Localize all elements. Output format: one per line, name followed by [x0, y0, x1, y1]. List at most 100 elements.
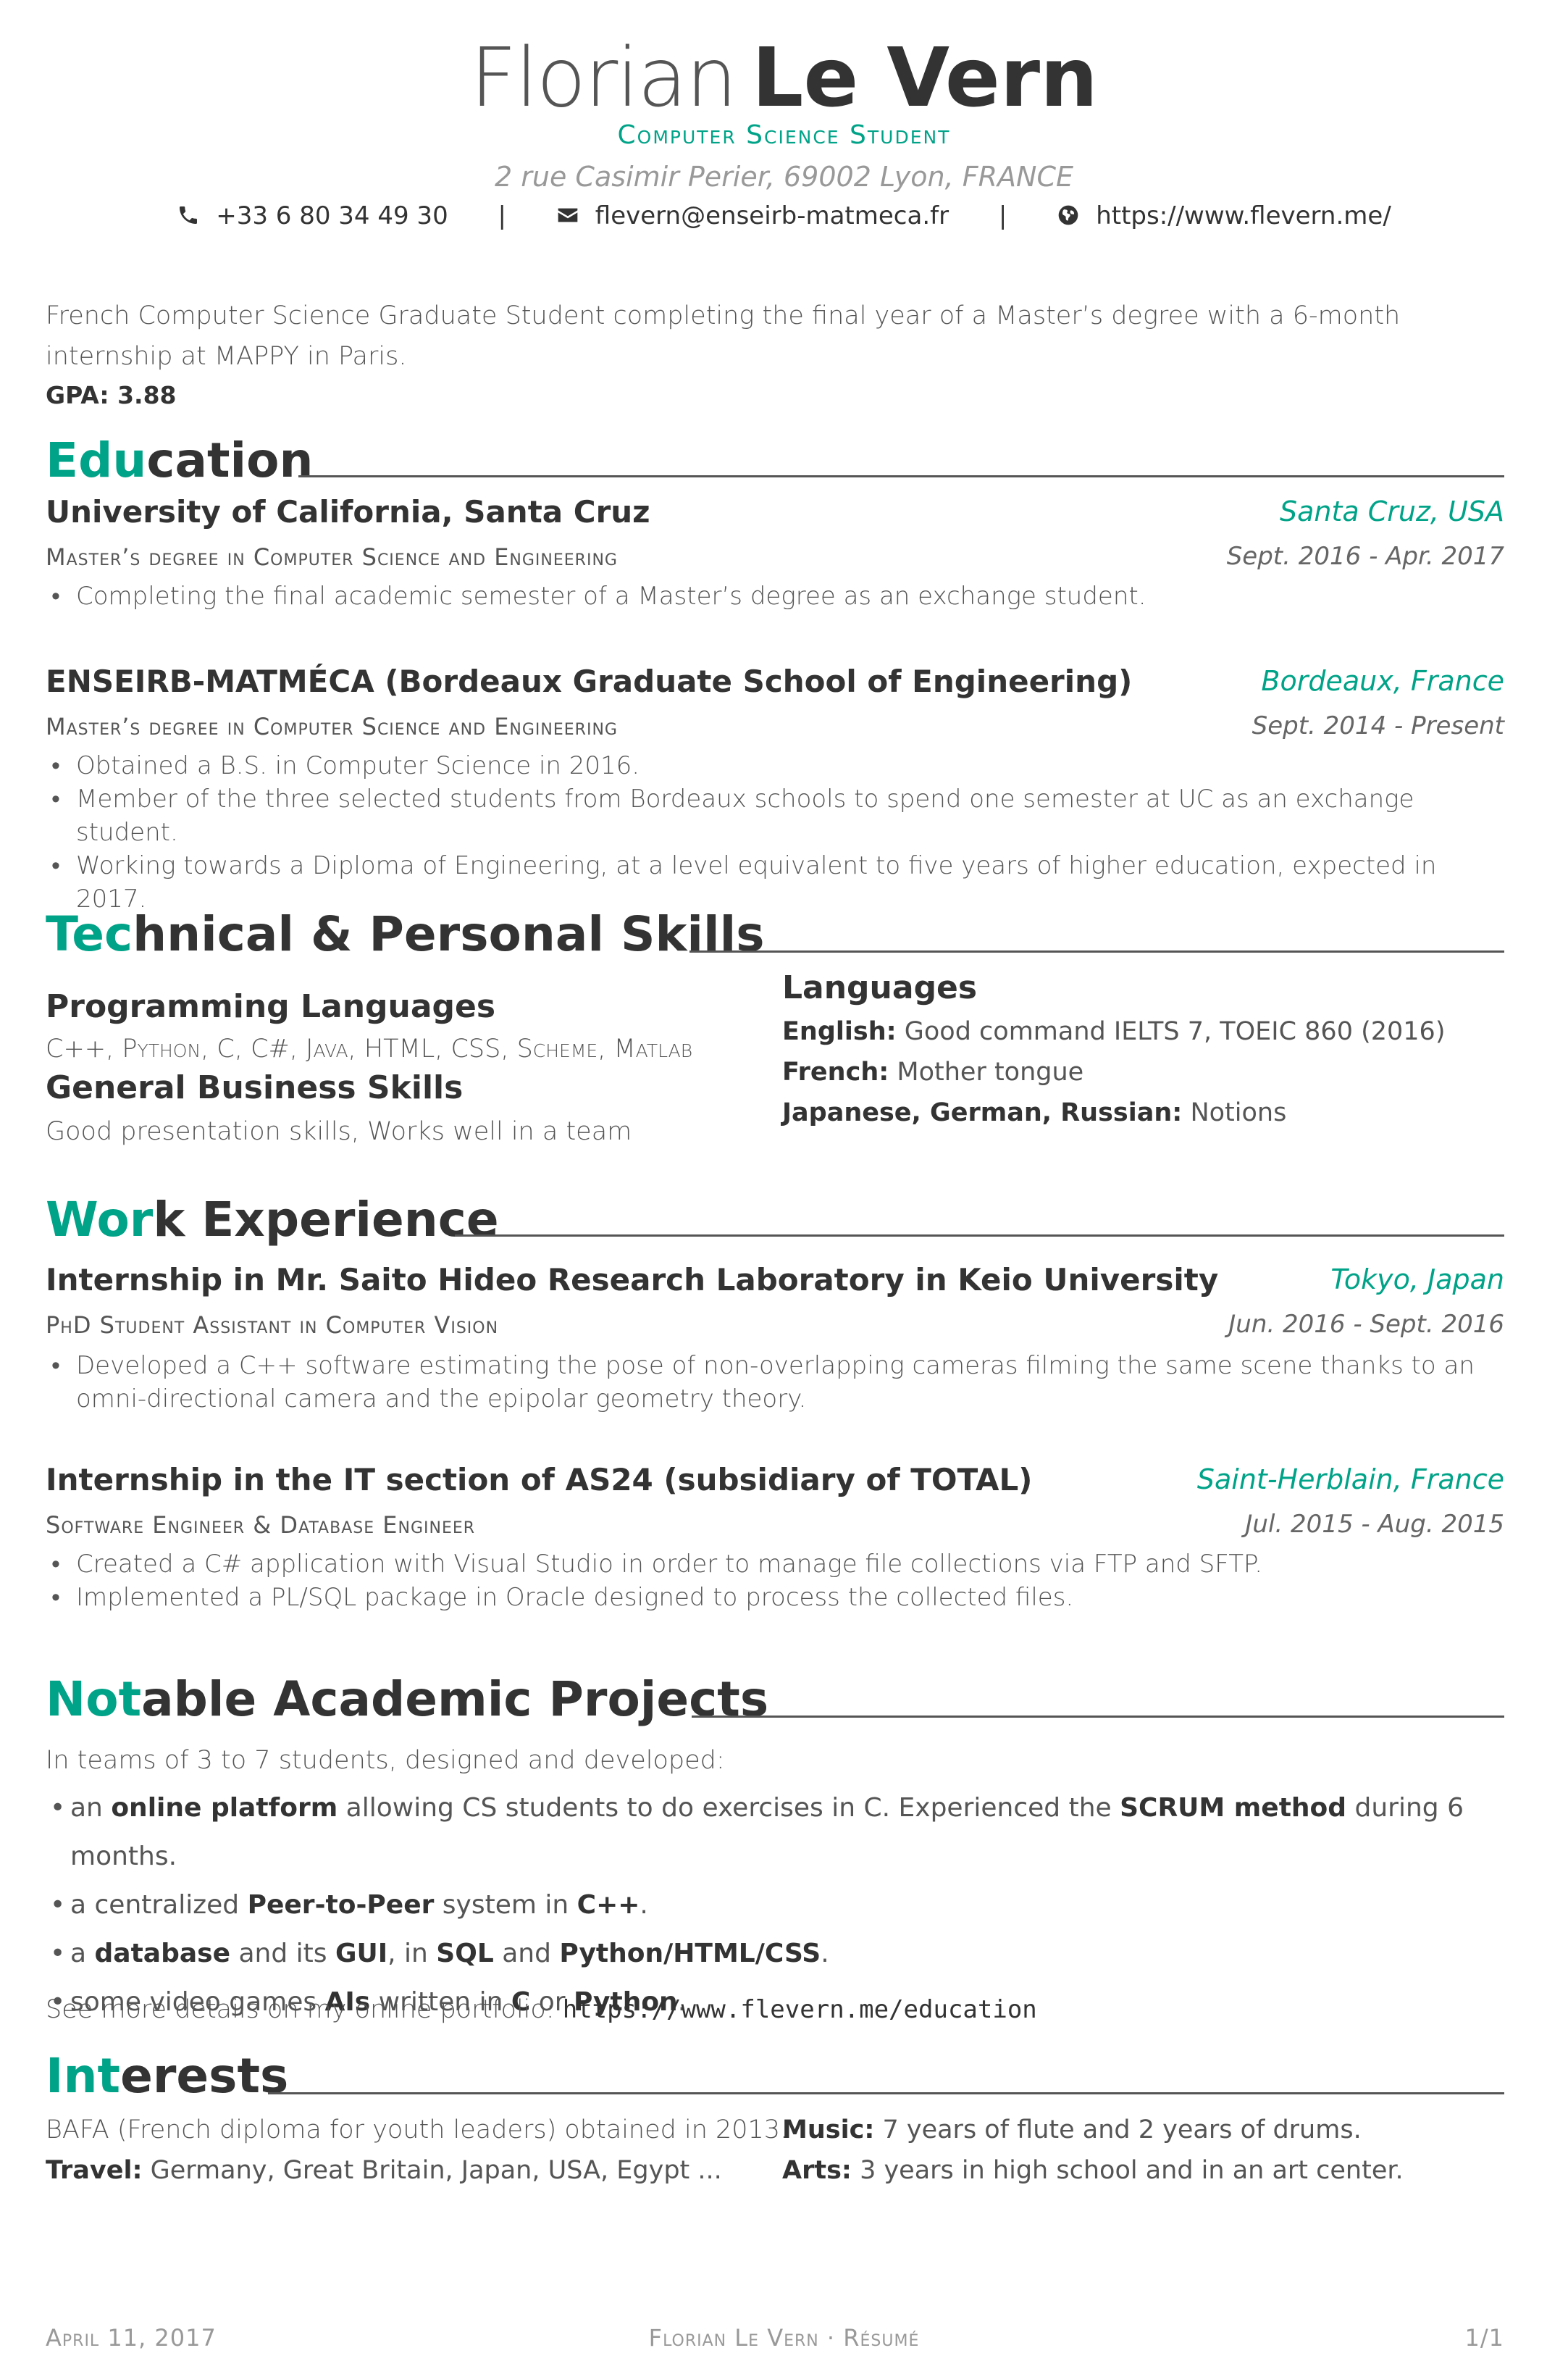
phone-contact[interactable]: +33 6 80 34 49 30: [177, 201, 456, 230]
gpa-text: GPA: 3.88: [46, 381, 177, 409]
section-title-rest: hnical & Personal Skills: [133, 906, 765, 962]
list-item: Obtained a B.S. in Computer Science in 2…: [46, 749, 1509, 782]
portfolio-text: See more details on my online portfolio:: [46, 1995, 563, 2024]
projects-list: an online platform allowing CS students …: [46, 1784, 1509, 2026]
list-item: a database and its GUI, in SQL and Pytho…: [46, 1929, 1509, 1978]
section-title-interests: Interests: [46, 2047, 288, 2105]
language-value: Mother tongue: [897, 1058, 1084, 1087]
music-value: 7 years of flute and 2 years of drums.: [882, 2115, 1362, 2144]
section-rule: [689, 950, 1504, 953]
entry-bullets: Created a C# application with Visual Stu…: [46, 1547, 1509, 1614]
highlight-text: Peer-to-Peer: [247, 1890, 435, 1920]
item-text: and: [493, 1939, 560, 1968]
phone-number: +33 6 80 34 49 30: [216, 201, 448, 230]
language-line: Japanese, German, Russian: Notions: [782, 1098, 1286, 1127]
entry-position: Master’s degree in Computer Science and …: [46, 543, 618, 571]
list-item: Completing the final academic semester o…: [46, 580, 1509, 613]
language-label: French:: [782, 1058, 889, 1087]
section-title-education: Education: [46, 432, 314, 490]
entry-title: Internship in Mr. Saito Hideo Research L…: [46, 1262, 1219, 1297]
bafa-text: BAFA (French diploma for youth leaders) …: [46, 2115, 789, 2144]
applicant-name: Florian Le Vern: [0, 28, 1568, 129]
highlight-text: SQL: [436, 1939, 494, 1968]
last-name: Le Vern: [752, 31, 1098, 125]
list-item: Implemented a PL/SQL package in Oracle d…: [46, 1581, 1509, 1614]
resume-page: Florian Le Vern Computer Science Student …: [0, 0, 1568, 2361]
item-text: .: [821, 1939, 829, 1968]
email-address: flevern@enseirb-matmeca.fr: [595, 201, 949, 230]
language-value: Good command IELTS 7, TOEIC 860 (2016): [904, 1017, 1446, 1046]
language-line: English: Good command IELTS 7, TOEIC 860…: [782, 1017, 1445, 1046]
entry-title: ENSEIRB-MATMÉCA (Bordeaux Graduate Schoo…: [46, 664, 1133, 699]
website-contact[interactable]: https://www.flevern.me/: [1057, 201, 1391, 230]
section-title-accent: Int: [46, 2048, 121, 2104]
section-title-work: Work Experience: [46, 1191, 499, 1249]
list-item: an online platform allowing CS students …: [46, 1784, 1509, 1881]
travel-value: Germany, Great Britain, Japan, USA, Egyp…: [150, 2156, 722, 2185]
travel-line: Travel: Germany, Great Britain, Japan, U…: [46, 2156, 722, 2185]
language-line: French: Mother tongue: [782, 1058, 1083, 1087]
item-text: an: [70, 1793, 112, 1823]
list-item: a centralized Peer-to-Peer system in C++…: [46, 1881, 1509, 1929]
portfolio-link[interactable]: https://www.flevern.me/education: [563, 1995, 1037, 2024]
business-skills-text: Good presentation skills, Works well in …: [46, 1117, 632, 1146]
highlight-text: C++: [577, 1890, 640, 1920]
item-text: system in: [434, 1890, 577, 1920]
entry-location: Tokyo, Japan: [1330, 1263, 1504, 1295]
entry-location: Bordeaux, France: [1261, 665, 1504, 697]
footer-center: Florian Le Vern · Résumé: [648, 2324, 920, 2352]
entry-date: Jul. 2015 - Aug. 2015: [1245, 1510, 1504, 1539]
programming-languages-title: Programming Languages: [46, 988, 496, 1025]
phone-icon: [180, 206, 198, 224]
section-title-rest: able Academic Projects: [141, 1671, 769, 1727]
arts-line: Arts: 3 years in high school and in an a…: [782, 2156, 1404, 2185]
footer-page: 1/1: [1464, 2324, 1504, 2352]
contact-bar: +33 6 80 34 49 30 | flevern@enseirb-matm…: [0, 201, 1568, 230]
entry-date: Sept. 2016 - Apr. 2017: [1226, 542, 1504, 571]
website-url: https://www.flevern.me/: [1096, 201, 1391, 230]
section-title-accent: Not: [46, 1671, 142, 1727]
entry-bullets: Developed a C++ software estimating the …: [46, 1349, 1509, 1416]
travel-label: Travel:: [46, 2156, 143, 2185]
item-text: and its: [230, 1939, 335, 1968]
section-rule: [298, 475, 1504, 477]
highlight-text: database: [94, 1939, 230, 1968]
item-text: allowing CS students to do exercises in …: [338, 1793, 1120, 1823]
entry-location: Saint-Herblain, France: [1196, 1463, 1504, 1495]
business-skills-title: General Business Skills: [46, 1069, 464, 1106]
first-name: Florian: [470, 31, 737, 125]
applicant-position: Computer Science Student: [617, 120, 951, 150]
globe-icon: [1058, 205, 1078, 225]
portfolio-line: See more details on my online portfolio:…: [46, 1995, 1037, 2024]
arts-label: Arts:: [782, 2156, 852, 2185]
languages-title: Languages: [782, 969, 978, 1006]
contact-separator: |: [498, 201, 506, 230]
summary-text: French Computer Science Graduate Student…: [46, 301, 1401, 371]
highlight-text: GUI: [335, 1939, 388, 1968]
section-rule: [268, 2092, 1504, 2094]
list-item: Created a C# application with Visual Stu…: [46, 1547, 1509, 1581]
programming-languages-text: C++, Python, C, C#, Java, HTML, CSS, Sch…: [46, 1035, 693, 1064]
item-text: .: [640, 1890, 648, 1920]
entry-date: Jun. 2016 - Sept. 2016: [1228, 1310, 1504, 1339]
language-label: English:: [782, 1017, 897, 1046]
envelope-icon: [558, 208, 578, 222]
section-rule: [455, 1234, 1504, 1237]
section-title-accent: Tec: [46, 906, 133, 962]
item-text: , in: [387, 1939, 437, 1968]
music-label: Music:: [782, 2115, 875, 2144]
entry-title: University of California, Santa Cruz: [46, 494, 650, 530]
item-text: a: [70, 1939, 95, 1968]
entry-position: Master’s degree in Computer Science and …: [46, 713, 618, 740]
entry-location: Santa Cruz, USA: [1279, 496, 1504, 527]
section-title-projects: Notable Academic Projects: [46, 1671, 768, 1729]
email-contact[interactable]: flevern@enseirb-matmeca.fr: [556, 201, 957, 230]
contact-separator: |: [998, 201, 1007, 230]
section-title-rest: erests: [120, 2048, 289, 2104]
highlight-text: Python/HTML/CSS: [559, 1939, 821, 1968]
highlight-text: SCRUM method: [1120, 1793, 1347, 1823]
entry-bullets: Obtained a B.S. in Computer Science in 2…: [46, 749, 1509, 916]
highlight-text: online platform: [111, 1793, 338, 1823]
section-rule: [692, 1716, 1504, 1718]
entry-date: Sept. 2014 - Present: [1252, 711, 1504, 740]
